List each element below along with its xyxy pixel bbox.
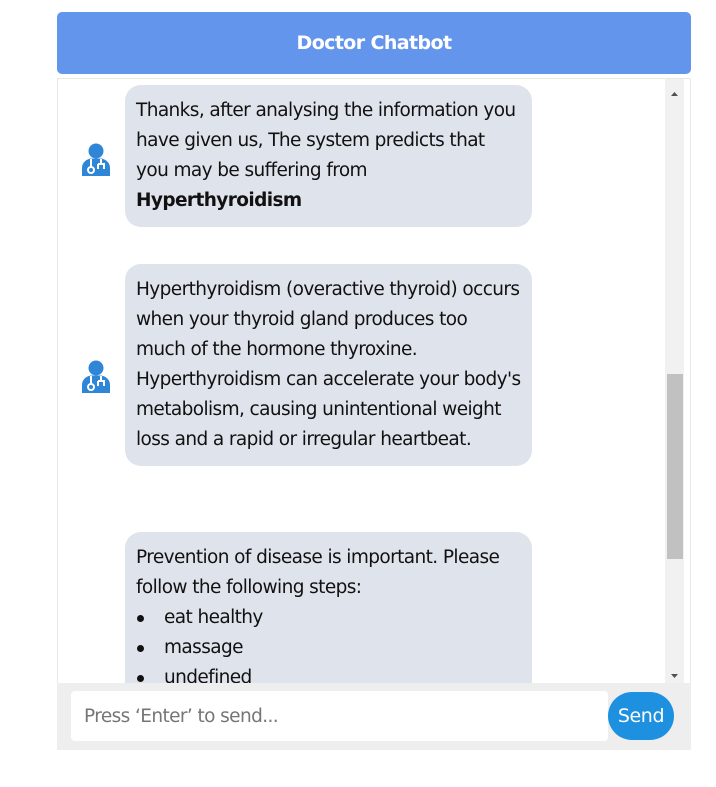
message-list: Thanks, after analysing the information …	[58, 79, 664, 684]
scroll-down-arrow-icon[interactable]	[665, 667, 684, 679]
scrollbar[interactable]	[665, 79, 684, 684]
chat-title: Doctor Chatbot	[296, 32, 453, 54]
message-text: Prevention of disease is important. Plea…	[136, 547, 500, 598]
chat-input-bar: Send	[57, 683, 691, 750]
doctor-icon	[80, 143, 112, 177]
message-input[interactable]	[71, 691, 608, 741]
scrollbar-thumb[interactable]	[667, 374, 683, 559]
send-button[interactable]: Send	[608, 692, 674, 740]
message-text: Thanks, after analysing the information …	[136, 100, 516, 181]
list-item: eat healthy	[136, 603, 521, 633]
message-bubble: Prevention of disease is important. Plea…	[125, 532, 532, 684]
message-text: Hyperthyroidism (overactive thyroid) occ…	[136, 279, 521, 450]
chat-header: Doctor Chatbot	[57, 12, 691, 74]
message-bubble: Hyperthyroidism (overactive thyroid) occ…	[125, 264, 532, 466]
prevention-steps-list: eat healthy massage undefined	[136, 603, 521, 684]
chat-window: Doctor Chatbot Thanks, after analysing t…	[57, 12, 691, 750]
scroll-up-arrow-icon[interactable]	[665, 85, 684, 97]
message-bubble: Thanks, after analysing the information …	[125, 85, 532, 227]
list-item: undefined	[136, 663, 521, 684]
list-item: massage	[136, 633, 521, 663]
doctor-icon	[80, 360, 112, 394]
chat-body[interactable]: Thanks, after analysing the information …	[57, 78, 691, 684]
diagnosis-name: Hyperthyroidism	[136, 190, 302, 211]
